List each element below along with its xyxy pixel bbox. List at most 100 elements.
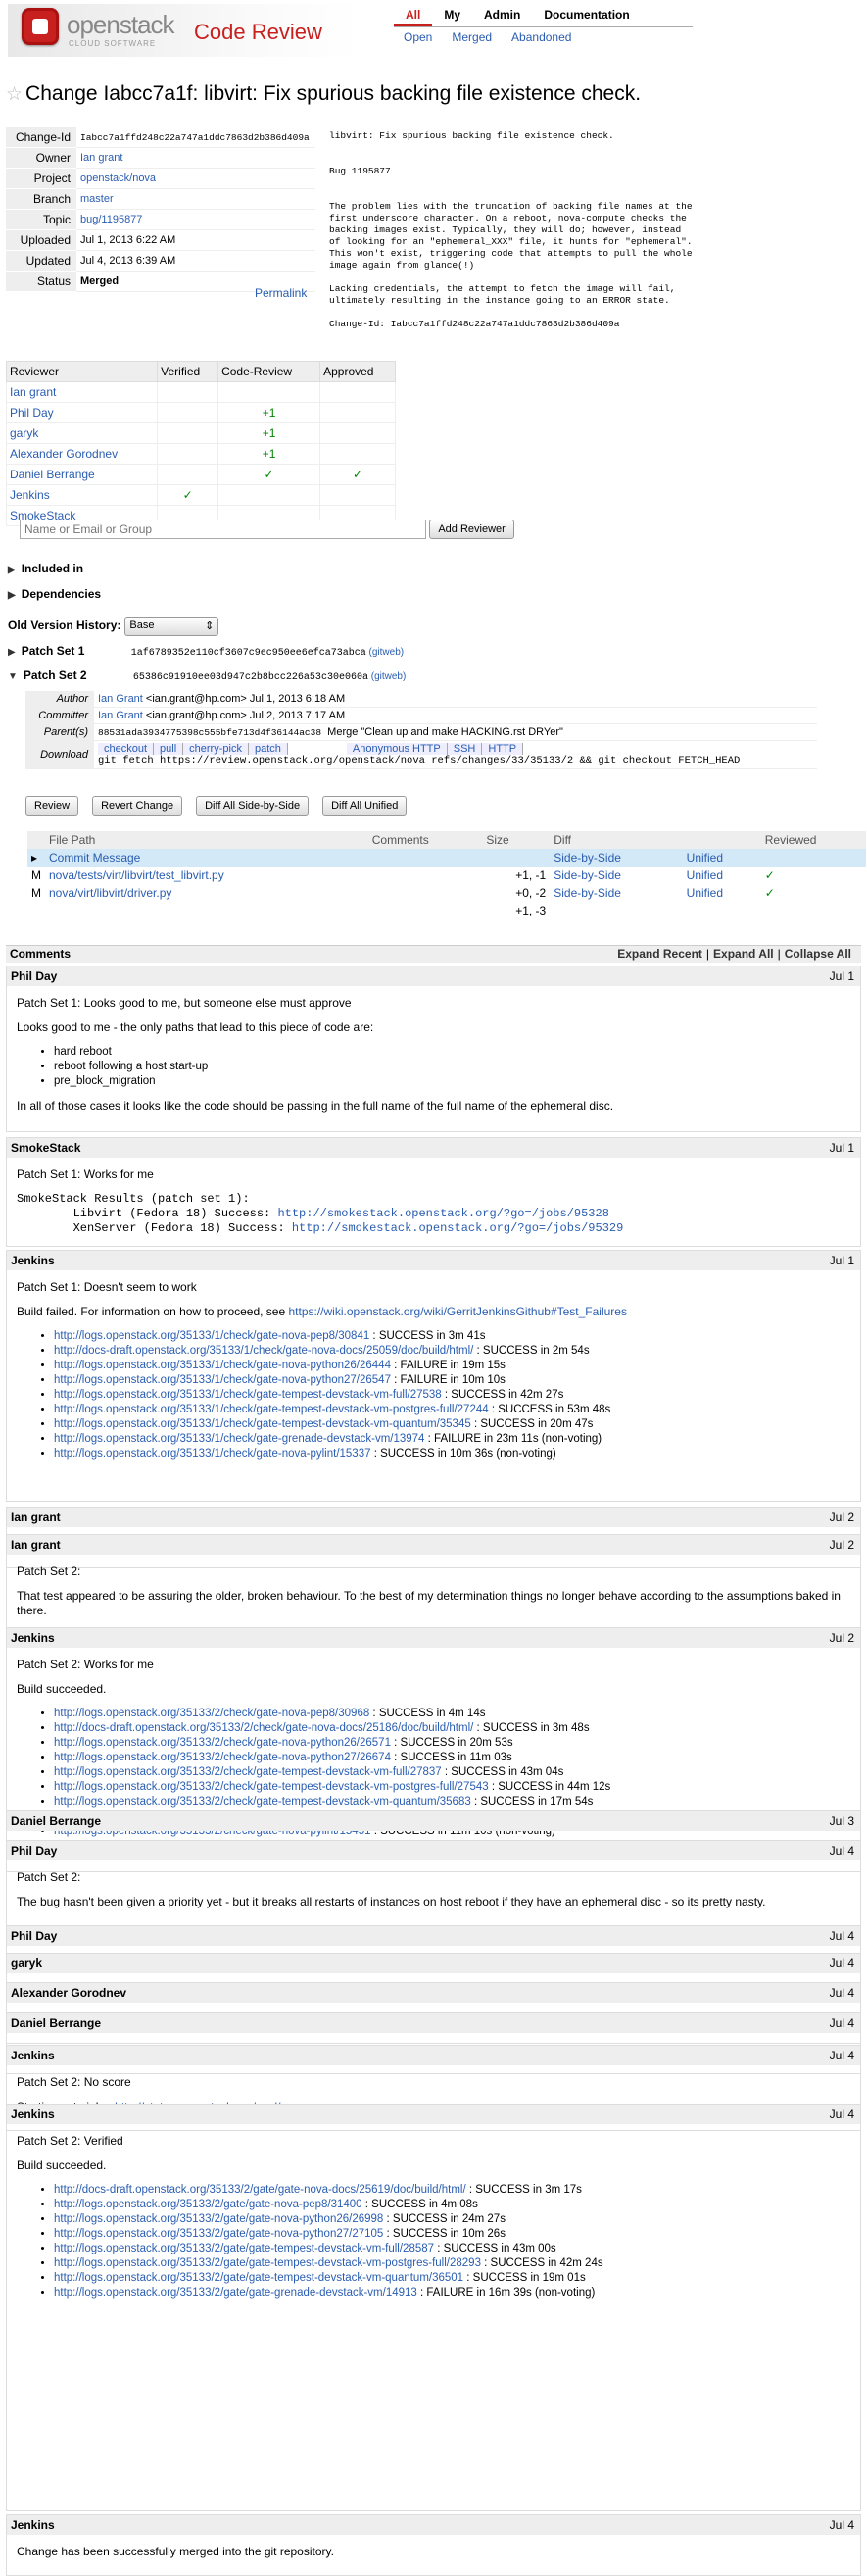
file-path-link[interactable]: nova/virt/libvirt/driver.py <box>49 886 171 900</box>
table-row[interactable]: Mnova/virt/libvirt/driver.py +0, -2 Side-b… <box>27 884 866 902</box>
comment[interactable]: Phil Day Jul 1 Patch Set 1: Looks good to … <box>6 966 861 1132</box>
comment-link[interactable]: https://wiki.openstack.org/wiki/GerritJe… <box>289 1305 627 1318</box>
download-tab-patch[interactable]: patch <box>248 743 288 755</box>
job-log-link[interactable]: http://docs-draft.openstack.org/35133/1/… <box>54 1345 473 1357</box>
reviewer-name[interactable]: garyk <box>10 426 38 440</box>
comment-header[interactable]: Phil Day Jul 1 <box>7 966 860 986</box>
download-tab-cherry-pick[interactable]: cherry-pick <box>183 743 249 755</box>
comment-header[interactable]: Phil Day Jul 4 <box>7 1841 860 1860</box>
comment[interactable]: Jenkins Jul 4 Patch Set 2: Verified Build s… <box>6 2104 861 2511</box>
expand-all-link[interactable]: Expand All <box>709 947 778 961</box>
reviewer-name[interactable]: Phil Day <box>10 406 54 420</box>
comment[interactable]: Ian grant Jul 2 Patch Set 2: That test appe… <box>6 1534 861 1635</box>
nav-abandoned[interactable]: Abandoned <box>502 27 581 47</box>
nav-merged[interactable]: Merged <box>442 27 502 47</box>
job-log-link[interactable]: http://logs.openstack.org/35133/2/check/… <box>54 1796 471 1808</box>
unified-link[interactable]: Unified <box>687 868 723 882</box>
job-log-link[interactable]: http://logs.openstack.org/35133/2/gate/g… <box>54 2213 383 2225</box>
diff-all-side-by-side-button[interactable]: Diff All Side-by-Side <box>196 796 310 816</box>
comment-header[interactable]: Jenkins Jul 2 <box>7 1628 860 1648</box>
commit-message-link[interactable]: Commit Message <box>49 851 140 865</box>
revert-change-button[interactable]: Revert Change <box>92 796 183 816</box>
nav-open[interactable]: Open <box>394 27 442 47</box>
job-log-link[interactable]: http://logs.openstack.org/35133/2/check/… <box>54 1781 489 1793</box>
job-log-link[interactable]: http://docs-draft.openstack.org/35133/2/… <box>54 1722 473 1734</box>
topic-link[interactable]: bug/1195877 <box>80 214 142 225</box>
comment-header[interactable]: SmokeStack Jul 1 <box>7 1138 860 1158</box>
comment-header[interactable]: Ian grant Jul 2 <box>7 1508 860 1527</box>
job-log-link[interactable]: http://logs.openstack.org/35133/2/gate/g… <box>54 2257 481 2269</box>
reviewer-name[interactable]: Jenkins <box>10 488 50 502</box>
comment-header[interactable]: Jenkins Jul 4 <box>7 2046 860 2065</box>
dependencies-toggle[interactable]: ▶ Dependencies <box>8 587 101 601</box>
reviewer-name[interactable]: Alexander Gorodnev <box>10 447 118 461</box>
result-link[interactable]: http://smokestack.openstack.org/?go=/job… <box>277 1207 608 1220</box>
comment-header[interactable]: Jenkins Jul 1 <box>7 1251 860 1270</box>
job-log-link[interactable]: http://logs.openstack.org/35133/2/check/… <box>54 1752 391 1763</box>
unified-link[interactable]: Unified <box>687 886 723 900</box>
nav-documentation[interactable]: Documentation <box>532 6 641 24</box>
reviewer-name-input[interactable] <box>20 520 426 539</box>
comment[interactable]: Jenkins Jul 1 Patch Set 1: Doesn't seem to… <box>6 1250 861 1502</box>
comment-header[interactable]: Jenkins Jul 4 <box>7 2105 860 2124</box>
nav-all[interactable]: All <box>394 6 433 26</box>
comment-header[interactable]: Phil Day Jul 4 <box>7 1926 860 1946</box>
side-by-side-link[interactable]: Side-by-Side <box>554 886 621 900</box>
download-command[interactable]: git fetch https://review.openstack.org/o… <box>98 755 813 767</box>
job-log-link[interactable]: http://logs.openstack.org/35133/1/check/… <box>54 1330 369 1342</box>
job-log-link[interactable]: http://logs.openstack.org/35133/2/gate/g… <box>54 2199 362 2210</box>
side-by-side-link[interactable]: Side-by-Side <box>554 868 621 882</box>
job-log-link[interactable]: http://logs.openstack.org/35133/2/check/… <box>54 1708 369 1719</box>
add-reviewer-button[interactable]: Add Reviewer <box>429 520 514 539</box>
protocol-anonymous-http[interactable]: Anonymous HTTP <box>346 743 448 755</box>
author-link[interactable]: Ian Grant <box>98 693 143 705</box>
nav-my[interactable]: My <box>432 6 472 24</box>
gitweb-link[interactable]: (gitweb) <box>371 671 407 682</box>
job-log-link[interactable]: http://logs.openstack.org/35133/2/gate/g… <box>54 2272 463 2284</box>
job-log-link[interactable]: http://logs.openstack.org/35133/2/gate/g… <box>54 2243 434 2254</box>
job-log-link[interactable]: http://logs.openstack.org/35133/1/check/… <box>54 1360 391 1371</box>
comment-header[interactable]: Ian grant Jul 2 <box>7 1535 860 1555</box>
job-log-link[interactable]: http://logs.openstack.org/35133/1/check/… <box>54 1374 391 1386</box>
download-tab-pull[interactable]: pull <box>154 743 184 755</box>
file-path-link[interactable]: nova/tests/virt/libvirt/test_libvirt.py <box>49 868 224 882</box>
owner-link[interactable]: Ian grant <box>80 152 122 164</box>
committer-link[interactable]: Ian Grant <box>98 710 143 721</box>
job-log-link[interactable]: http://logs.openstack.org/35133/1/check/… <box>54 1418 471 1430</box>
job-log-link[interactable]: http://logs.openstack.org/35133/2/check/… <box>54 1737 391 1749</box>
star-icon[interactable]: ☆ <box>6 84 23 105</box>
job-log-link[interactable]: http://logs.openstack.org/35133/2/check/… <box>54 1766 442 1778</box>
expand-recent-link[interactable]: Expand Recent <box>613 947 706 961</box>
job-log-link[interactable]: http://logs.openstack.org/35133/2/gate/g… <box>54 2287 417 2299</box>
comment[interactable]: Jenkins Jul 4 Change has been successfully… <box>6 2514 861 2576</box>
reviewed-check-icon[interactable]: ✓ <box>761 867 866 884</box>
side-by-side-link[interactable]: Side-by-Side <box>554 851 621 865</box>
comment-header[interactable]: Alexander Gorodnev Jul 4 <box>7 1983 860 2003</box>
gitweb-link[interactable]: (gitweb) <box>369 647 405 658</box>
review-button[interactable]: Review <box>25 796 79 816</box>
permalink-link[interactable]: Permalink <box>255 286 307 300</box>
job-log-link[interactable]: http://logs.openstack.org/35133/1/check/… <box>54 1404 489 1415</box>
reviewer-name[interactable]: Ian grant <box>10 385 56 399</box>
download-tab-checkout[interactable]: checkout <box>98 743 155 755</box>
patch-set-2-row[interactable]: ▼ Patch Set 2 65386c91910ee03d947c2b8bcc22… <box>8 669 406 683</box>
patch-set-1-row[interactable]: ▶ Patch Set 1 1af6789352e110cf3607c9ec950e… <box>8 644 404 659</box>
job-log-link[interactable]: http://logs.openstack.org/35133/2/gate/g… <box>54 2228 383 2240</box>
openstack-logo[interactable]: openstack CLOUD SOFTWARE Code Review <box>8 4 361 57</box>
job-log-link[interactable]: http://docs-draft.openstack.org/35133/2/… <box>54 2184 466 2196</box>
job-log-link[interactable]: http://logs.openstack.org/35133/1/check/… <box>54 1389 442 1401</box>
reviewed-check-icon[interactable]: ✓ <box>761 884 866 902</box>
reviewer-name[interactable]: Daniel Berrange <box>10 468 95 481</box>
table-row[interactable]: ▸ Commit Message Side-by-Side Unified <box>27 849 866 867</box>
protocol-ssh[interactable]: SSH <box>447 743 483 755</box>
protocol-http[interactable]: HTTP <box>482 743 524 755</box>
result-link[interactable]: http://smokestack.openstack.org/?go=/job… <box>292 1221 623 1235</box>
branch-link[interactable]: master <box>80 193 114 205</box>
comment-header[interactable]: garyk Jul 4 <box>7 1954 860 1973</box>
comment-header[interactable]: Daniel Berrange Jul 4 <box>7 2013 860 2033</box>
included-in-toggle[interactable]: ▶ Included in <box>8 562 83 575</box>
diff-all-unified-button[interactable]: Diff All Unified <box>322 796 408 816</box>
comment-header[interactable]: Daniel Berrange Jul 3 <box>7 1811 860 1831</box>
job-log-link[interactable]: http://logs.openstack.org/35133/1/check/… <box>54 1448 371 1460</box>
table-row[interactable]: Mnova/tests/virt/libvirt/test_libvirt.py… <box>27 867 866 884</box>
